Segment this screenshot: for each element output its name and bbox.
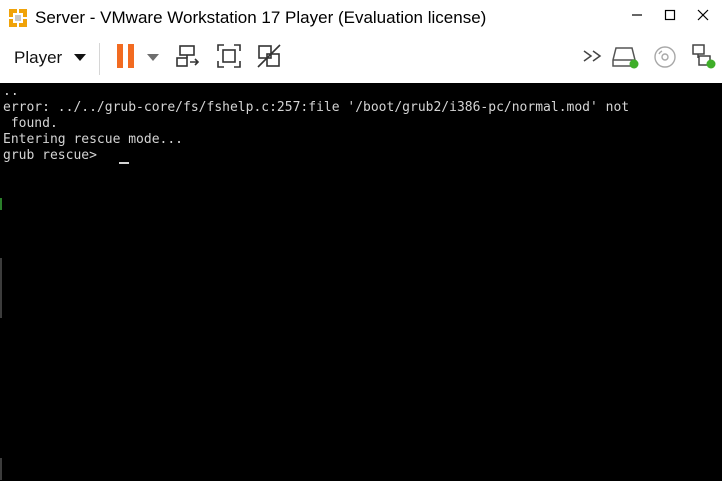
power-options-dropdown[interactable]	[145, 51, 161, 65]
player-menu-label: Player	[14, 48, 63, 67]
hard-disk-button[interactable]	[612, 46, 640, 72]
console-line: ..	[3, 84, 19, 99]
maximize-button[interactable]	[653, 0, 687, 34]
player-menu-button[interactable]: Player	[6, 44, 92, 72]
more-chevrons-icon	[582, 49, 606, 68]
text-cursor	[119, 162, 129, 164]
console-line: found.	[3, 116, 58, 131]
fit-guest-button[interactable]	[215, 43, 243, 74]
console-line: Entering rescue mode...	[3, 132, 184, 147]
minimize-button[interactable]	[620, 0, 654, 34]
close-icon	[697, 8, 709, 26]
vm-console[interactable]: .. error: ../../grub-core/fs/fshelp.c:25…	[0, 83, 722, 481]
cd-dvd-button[interactable]	[652, 45, 678, 74]
edge-artifact	[0, 458, 2, 480]
close-button[interactable]	[686, 0, 720, 34]
pause-icon	[115, 43, 137, 74]
minimize-icon	[631, 8, 643, 26]
console-prompt: grub rescue>	[3, 148, 105, 163]
player-menu-caret-icon	[74, 49, 87, 67]
fit-guest-icon	[216, 43, 242, 74]
send-ctrl-alt-del-button[interactable]	[174, 44, 202, 72]
edge-artifact	[0, 198, 2, 210]
cd-dvd-icon	[653, 45, 677, 74]
maximize-icon	[664, 8, 676, 26]
toolbar-separator	[99, 43, 100, 75]
send-ctrl-alt-del-icon	[175, 43, 201, 74]
console-line: error: ../../grub-core/fs/fshelp.c:257:f…	[3, 100, 630, 115]
network-adapter-icon	[691, 43, 717, 74]
unity-icon	[256, 43, 282, 74]
title-bar[interactable]: Server - VMware Workstation 17 Player (E…	[0, 0, 722, 34]
pause-button[interactable]	[114, 43, 138, 74]
hard-disk-icon	[612, 44, 640, 75]
unity-button[interactable]	[255, 43, 283, 74]
dropdown-caret-icon	[147, 49, 159, 67]
toolbar: Player	[0, 34, 722, 83]
edge-artifact	[0, 258, 2, 318]
vmware-logo-icon	[7, 7, 29, 29]
more-devices-button[interactable]	[581, 48, 607, 68]
network-adapter-button[interactable]	[690, 43, 718, 74]
window-title: Server - VMware Workstation 17 Player (E…	[35, 8, 487, 27]
